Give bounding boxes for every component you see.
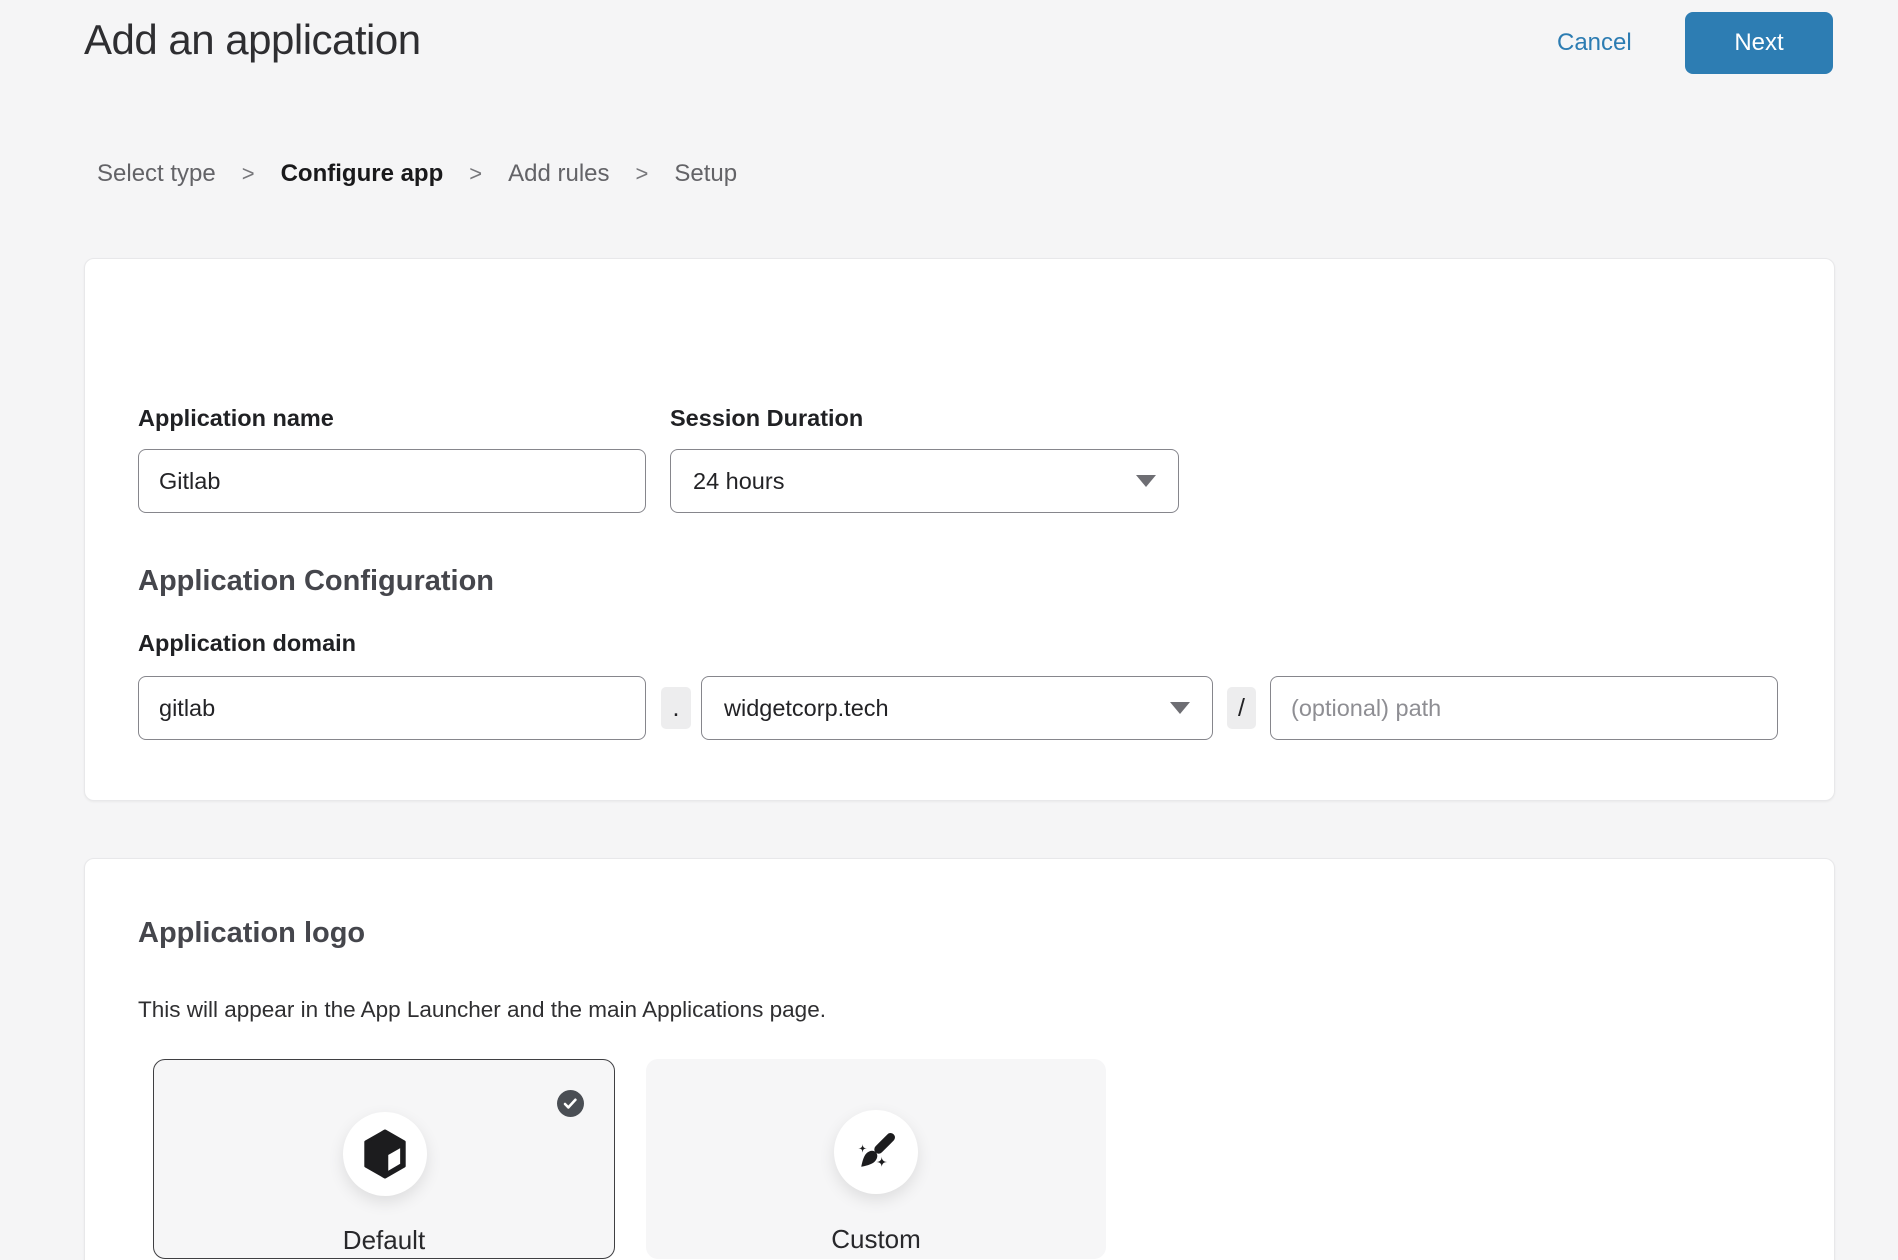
application-name-input[interactable] bbox=[138, 449, 646, 513]
application-name-label: Application name bbox=[138, 405, 334, 432]
logo-option-custom[interactable]: Custom bbox=[646, 1059, 1106, 1259]
domain-value: widgetcorp.tech bbox=[724, 695, 889, 722]
application-domain-label: Application domain bbox=[138, 630, 356, 657]
paintbrush-icon bbox=[853, 1129, 899, 1175]
breadcrumb-separator: > bbox=[636, 161, 649, 187]
step-select-type: Select type bbox=[97, 160, 216, 188]
logo-description: This will appear in the App Launcher and… bbox=[138, 997, 826, 1023]
domain-select[interactable]: widgetcorp.tech bbox=[701, 676, 1213, 740]
step-setup: Setup bbox=[674, 160, 737, 188]
default-logo-circle bbox=[343, 1112, 427, 1196]
slash-separator: / bbox=[1227, 687, 1256, 729]
logo-option-label: Default bbox=[154, 1225, 614, 1256]
logo-option-default[interactable]: Default bbox=[153, 1059, 615, 1259]
session-duration-label: Session Duration bbox=[670, 405, 863, 432]
page-title: Add an application bbox=[84, 16, 421, 64]
dot-separator: . bbox=[661, 687, 691, 729]
breadcrumb-separator: > bbox=[242, 161, 255, 187]
application-configuration-card: Application Configuration Application na… bbox=[84, 258, 1835, 801]
cancel-button[interactable]: Cancel bbox=[1557, 29, 1632, 57]
logo-heading: Application logo bbox=[138, 917, 365, 950]
path-input[interactable] bbox=[1270, 676, 1778, 740]
breadcrumb-separator: > bbox=[469, 161, 482, 187]
configuration-heading: Application Configuration bbox=[138, 565, 494, 598]
add-application-page: Add an application Cancel Next Select ty… bbox=[0, 0, 1898, 1260]
subdomain-input[interactable] bbox=[138, 676, 646, 740]
next-button[interactable]: Next bbox=[1685, 12, 1833, 74]
step-configure-app: Configure app bbox=[281, 160, 444, 188]
application-logo-card: Application logo This will appear in the… bbox=[84, 858, 1835, 1260]
custom-logo-circle bbox=[834, 1110, 918, 1194]
logo-option-label: Custom bbox=[646, 1224, 1106, 1255]
wizard-breadcrumb: Select type > Configure app > Add rules … bbox=[97, 160, 737, 188]
chevron-down-icon bbox=[1170, 702, 1190, 714]
session-duration-value: 24 hours bbox=[693, 468, 784, 495]
step-add-rules: Add rules bbox=[508, 160, 609, 188]
chevron-down-icon bbox=[1136, 475, 1156, 487]
session-duration-select[interactable]: 24 hours bbox=[670, 449, 1179, 513]
cube-icon bbox=[362, 1129, 408, 1179]
check-circle-icon bbox=[557, 1090, 584, 1117]
